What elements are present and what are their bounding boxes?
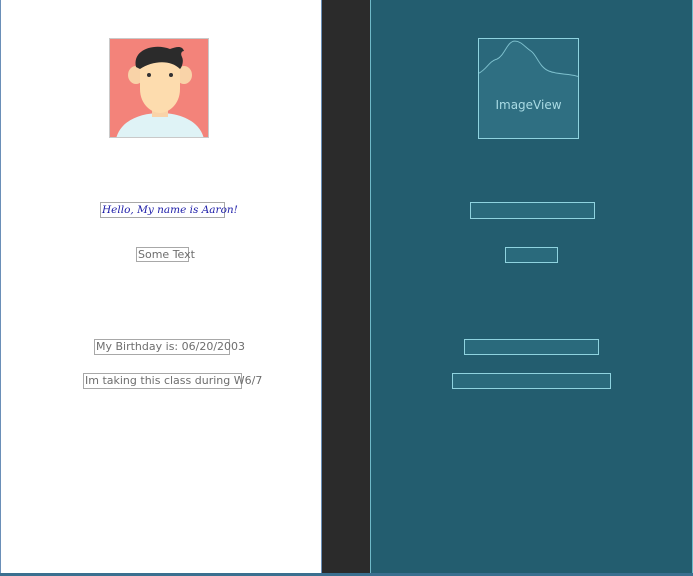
blueprint-class-box[interactable] xyxy=(452,373,611,389)
image-view-label: ImageView xyxy=(495,98,562,112)
blueprint-birthday-box[interactable] xyxy=(464,339,599,355)
blueprint-image-view[interactable]: ImageView xyxy=(478,38,579,139)
person-avatar-icon xyxy=(116,46,204,137)
avatar-image-view[interactable] xyxy=(109,38,209,138)
some-text[interactable]: Some Text xyxy=(136,247,195,262)
birthday-text[interactable]: My Birthday is: 06/20/2003 xyxy=(94,339,245,355)
image-placeholder-icon xyxy=(479,39,578,77)
blueprint-some-text-box[interactable] xyxy=(505,247,558,263)
greeting-text[interactable]: Hello, My name is Aaron! xyxy=(100,202,238,218)
class-text[interactable]: Im taking this class during W6/7 xyxy=(83,373,262,389)
blueprint-greeting-box[interactable] xyxy=(470,202,595,219)
design-view-panel: Hello, My name is Aaron! Some Text My Bi… xyxy=(0,0,322,573)
